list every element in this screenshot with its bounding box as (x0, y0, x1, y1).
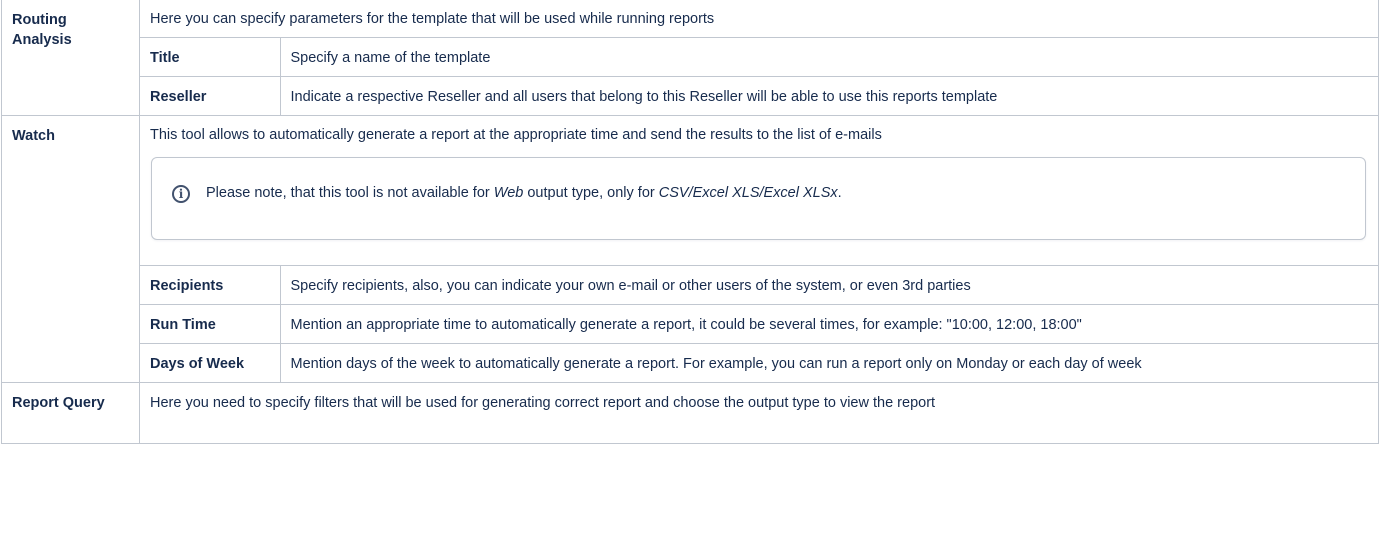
watch-nested-table: Recipients Specify recipients, also, you… (140, 265, 1378, 382)
routing-intro: Here you can specify parameters for the … (150, 11, 715, 27)
report-query-intro: Here you need to specify filters that wi… (150, 395, 936, 411)
table-row: Recipients Specify recipients, also, you… (140, 265, 1378, 305)
row-routing-analysis: Routing Analysis Here you can specify pa… (1, 0, 1379, 116)
item-value-title: Specify a name of the template (279, 37, 1378, 77)
row-key-routing-analysis: Routing Analysis (1, 0, 140, 116)
table-row: Days of Week Mention days of the week to… (140, 343, 1378, 382)
info-icon: i (172, 185, 190, 203)
row-desc-routing-analysis: Here you can specify parameters for the … (139, 0, 1379, 116)
row-key-report-query: Report Query (1, 382, 140, 444)
item-value-days-of-week: Mention days of the week to automaticall… (279, 343, 1378, 382)
info-panel: i Please note, that this tool is not ava… (151, 157, 1366, 240)
watch-intro: This tool allows to automatically genera… (150, 127, 882, 143)
row-key-watch: Watch (1, 115, 140, 383)
item-key-title: Title (140, 37, 281, 77)
table-row: Run Time Mention an appropriate time to … (140, 304, 1378, 344)
info-panel-text: Please note, that this tool is not avail… (206, 185, 842, 201)
item-key-recipients: Recipients (140, 265, 281, 305)
parameters-table: Routing Analysis Here you can specify pa… (1, 0, 1379, 444)
item-key-days-of-week: Days of Week (140, 343, 281, 382)
table-row: Reseller Indicate a respective Reseller … (140, 76, 1378, 115)
info-panel-wrap: i Please note, that this tool is not ava… (140, 157, 1378, 265)
row-desc-report-query: Here you need to specify filters that wi… (139, 382, 1379, 444)
row-report-query: Report Query Here you need to specify fi… (1, 382, 1379, 444)
routing-nested-table: Title Specify a name of the template Res… (140, 37, 1378, 115)
row-desc-watch: This tool allows to automatically genera… (139, 115, 1379, 383)
item-key-reseller: Reseller (140, 76, 281, 115)
row-watch: Watch This tool allows to automatically … (1, 115, 1379, 383)
table-row: Title Specify a name of the template (140, 37, 1378, 77)
item-key-run-time: Run Time (140, 304, 281, 344)
item-value-run-time: Mention an appropriate time to automatic… (279, 304, 1378, 344)
item-value-reseller: Indicate a respective Reseller and all u… (279, 76, 1378, 115)
item-value-recipients: Specify recipients, also, you can indica… (279, 265, 1378, 305)
